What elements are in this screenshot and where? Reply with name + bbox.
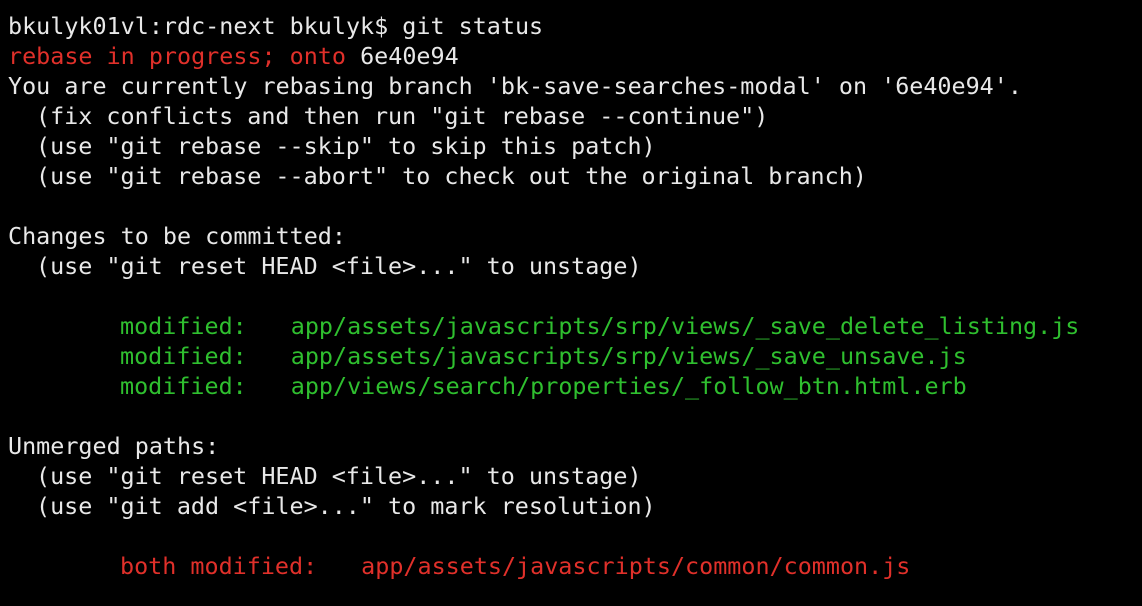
prompt-line: bkulyk01vl:rdc-next bkulyk$ git status [8, 12, 544, 40]
file-status: modified: [120, 342, 247, 370]
file-path: app/assets/javascripts/srp/views/_save_u… [290, 342, 967, 370]
staged-file-row: modified: app/views/search/properties/_fo… [8, 371, 1142, 401]
unmerged-hint: (use "git add <file>..." to mark resolut… [36, 492, 656, 520]
staged-header: Changes to be committed: [8, 222, 346, 250]
rebase-status-line: rebase in progress; onto 6e40e94 [8, 41, 1142, 71]
staged-file-row: modified: app/assets/javascripts/srp/view… [8, 311, 1142, 341]
hint-line: (fix conflicts and then run "git rebase … [36, 102, 769, 130]
file-path: app/views/search/properties/_follow_btn.… [290, 372, 967, 400]
file-status: modified: [120, 372, 247, 400]
unmerged-header: Unmerged paths: [8, 432, 220, 460]
rebase-commit-hash: 6e40e94 [360, 42, 459, 70]
unmerged-hint: (use "git reset HEAD <file>..." to unsta… [36, 462, 642, 490]
rebasing-info-line: You are currently rebasing branch 'bk-sa… [8, 72, 1022, 100]
file-status: both modified: [120, 552, 318, 580]
staged-hint: (use "git reset HEAD <file>..." to unsta… [36, 252, 642, 280]
rebase-status-label: rebase in progress; onto [8, 42, 346, 70]
hint-line: (use "git rebase --skip" to skip this pa… [36, 132, 656, 160]
staged-file-row: modified: app/assets/javascripts/srp/view… [8, 341, 1142, 371]
file-path: app/assets/javascripts/srp/views/_save_d… [290, 312, 1080, 340]
terminal-window[interactable]: bkulyk01vl:rdc-next bkulyk$ git status r… [0, 0, 1142, 606]
file-status: modified: [120, 312, 247, 340]
hint-line: (use "git rebase --abort" to check out t… [36, 162, 867, 190]
unmerged-file-row: both modified: app/assets/javascripts/com… [8, 551, 1142, 581]
file-path: app/assets/javascripts/common/common.js [361, 552, 911, 580]
